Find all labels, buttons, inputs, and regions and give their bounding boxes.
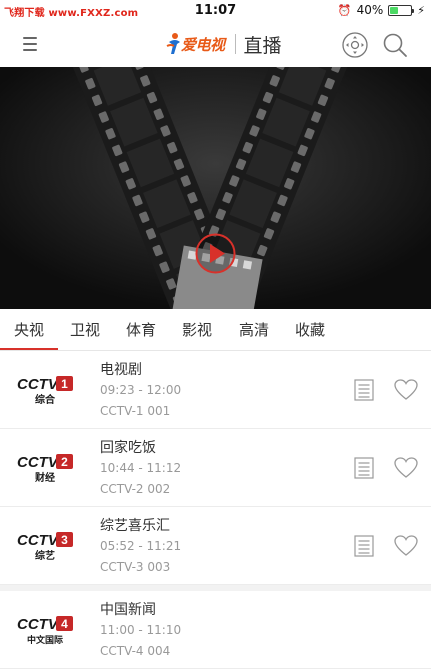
program-time: 09:23 - 12:00	[100, 383, 182, 397]
svg-text:综合: 综合	[35, 393, 56, 406]
svg-text:2: 2	[61, 455, 68, 469]
program-title: 综艺喜乐汇	[100, 518, 170, 534]
program-guide-button[interactable]	[353, 456, 375, 480]
heart-icon	[394, 379, 418, 400]
svg-text:CCTV: CCTV	[17, 616, 60, 633]
remote-control-icon	[342, 32, 368, 58]
battery-percent: 40%	[356, 3, 384, 17]
guide-icon	[354, 535, 374, 557]
svg-text:1: 1	[61, 377, 68, 391]
remote-control-button[interactable]	[341, 31, 369, 59]
guide-icon	[354, 457, 374, 479]
battery-icon	[388, 4, 415, 16]
svg-text:CCTV: CCTV	[17, 376, 60, 393]
channel-logo: CCTV 1 综合	[15, 371, 77, 409]
tab-favorites[interactable]: 收藏	[295, 319, 325, 340]
play-button[interactable]	[193, 231, 238, 276]
logo-figure-icon	[166, 33, 180, 54]
program-time: 05:52 - 11:21	[100, 539, 182, 553]
program-title: 中国新闻	[100, 602, 156, 618]
search-button[interactable]	[381, 31, 409, 59]
channel-row[interactable]: CCTV 1 综合 电视剧 09:23 - 12:00 CCTV-1 001	[0, 351, 431, 429]
program-guide-button[interactable]	[353, 534, 375, 558]
channel-code: CCTV-3 003	[100, 560, 171, 574]
program-title: 回家吃饭	[100, 440, 156, 456]
svg-text:3: 3	[61, 533, 68, 547]
guide-icon	[354, 379, 374, 401]
program-time: 11:00 - 11:10	[100, 623, 182, 637]
favorite-button[interactable]	[393, 378, 419, 402]
nav-bar: 爱电视 直播	[0, 22, 431, 67]
title-divider	[234, 34, 236, 54]
channel-row[interactable]: CCTV 3 综艺 综艺喜乐汇 05:52 - 11:21 CCTV-3 003	[0, 507, 431, 585]
svg-text:中文国际: 中文国际	[27, 634, 63, 646]
tab-cctv[interactable]: 央视	[0, 319, 59, 350]
play-icon	[195, 233, 236, 274]
program-guide-button[interactable]	[353, 378, 375, 402]
app-brand: 爱电视	[181, 37, 225, 54]
program-time: 10:44 - 11:12	[100, 461, 182, 475]
channel-row[interactable]: CCTV 2 财经 回家吃饭 10:44 - 11:12 CCTV-2 002	[0, 429, 431, 507]
channel-code: CCTV-2 002	[100, 482, 171, 496]
search-icon	[383, 33, 407, 57]
svg-text:CCTV: CCTV	[17, 532, 60, 549]
heart-icon	[394, 535, 418, 556]
channel-code: CCTV-1 001	[100, 404, 171, 418]
svg-text:4: 4	[61, 617, 68, 631]
program-title: 电视剧	[100, 362, 142, 378]
category-tabs: 央视 卫视 体育 影视 高清 收藏	[0, 309, 431, 351]
channel-logo: CCTV 3 综艺	[15, 527, 77, 565]
svg-text:综艺: 综艺	[35, 549, 55, 562]
page-title: 直播	[243, 34, 282, 57]
menu-icon	[23, 37, 37, 39]
svg-text:财经: 财经	[34, 471, 55, 484]
favorite-button[interactable]	[393, 456, 419, 480]
status-right: ⏰ 40% ⚡	[338, 3, 425, 17]
status-bar: 飞翔下载 www.FXXZ.com 11:07 ⏰ 40% ⚡	[0, 0, 431, 22]
tab-hd[interactable]: 高清	[239, 319, 269, 340]
favorite-button[interactable]	[393, 534, 419, 558]
heart-icon	[394, 457, 418, 478]
app-logo: 爱电视 直播	[165, 30, 282, 58]
video-player[interactable]	[0, 67, 431, 309]
alarm-icon: ⏰	[337, 3, 352, 17]
channel-logo: CCTV 2 财经	[15, 449, 77, 487]
charging-icon: ⚡	[417, 3, 425, 17]
channel-logo: CCTV 4 中文国际	[15, 611, 77, 649]
menu-button[interactable]	[20, 33, 42, 55]
tab-sports[interactable]: 体育	[126, 319, 156, 340]
svg-text:CCTV: CCTV	[17, 454, 60, 471]
tab-satellite[interactable]: 卫视	[70, 319, 100, 340]
channel-row[interactable]: CCTV 4 中文国际 中国新闻 11:00 - 11:10 CCTV-4 00…	[0, 591, 431, 669]
channel-code: CCTV-4 004	[100, 644, 171, 658]
tab-movies[interactable]: 影视	[182, 319, 212, 340]
